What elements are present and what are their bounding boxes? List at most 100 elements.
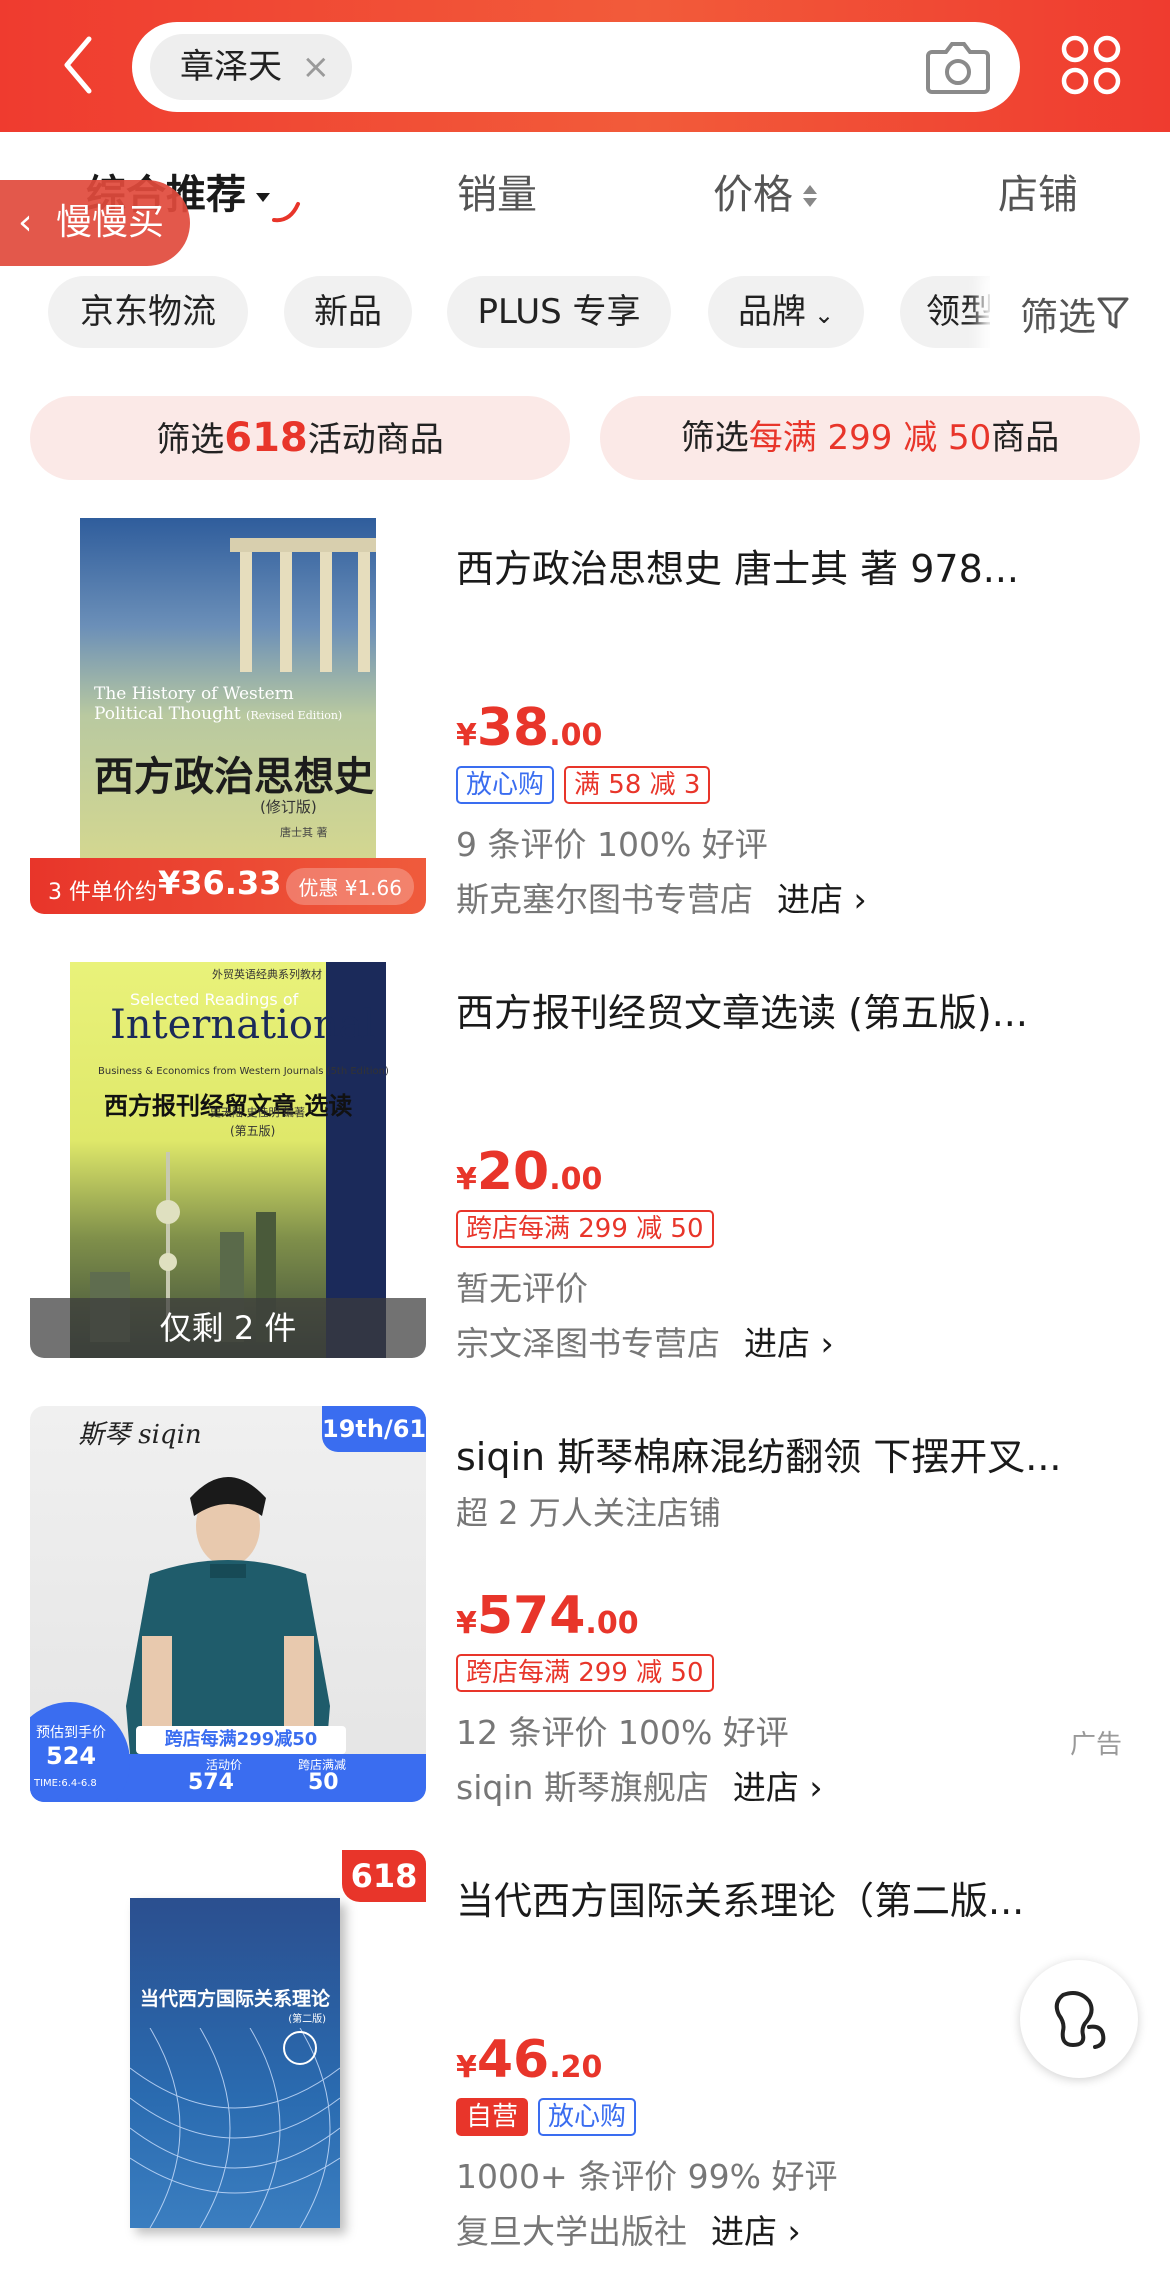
product-card[interactable]: The History of Western Political Thought… [0,518,1170,938]
tag-cross-store: 跨店每满 299 减 50 [456,1210,714,1248]
product-card[interactable]: 斯琴 siqin 19th/618 活动价 574 跨店满减 50 跨店每满29… [0,1406,1170,1826]
shop-name[interactable]: 斯克塞尔图书专营店 [456,880,753,919]
filter-label: 筛选 [1020,295,1097,339]
cover-edition: (第二版) [288,2014,326,2025]
camera-icon[interactable] [926,38,990,96]
chevron-left-icon: ‹ [18,202,33,243]
cross-price: 50 [308,1770,339,1795]
tag-row: 自营 放心购 [456,2098,646,2138]
product-image[interactable]: 618 当代西方国际关系理论 (第二版) [30,1850,426,2246]
tab-shop[interactable]: 店铺 [998,162,1078,220]
review-summary: 12 条评价 100% 好评 [456,1713,789,1752]
filter-chip-jd-logistics[interactable]: 京东物流 [48,276,248,348]
enter-shop-link[interactable]: 进店 › [733,1768,823,1807]
product-image[interactable]: 斯琴 siqin 19th/618 活动价 574 跨店满减 50 跨店每满29… [30,1406,426,1802]
back-button[interactable] [48,30,108,100]
tab-label: 销量 [457,172,537,218]
back-arrow-icon [64,36,92,94]
cover-edition: (第五版) [230,1124,276,1138]
price-integer: 574 [476,1586,586,1646]
browse-history-button[interactable] [1020,1960,1138,2078]
product-price: ¥38.00 [456,698,602,758]
cover-en-title-1: The History of Western [94,684,294,704]
price-decimal: .20 [549,2050,603,2085]
slow-buy-button[interactable]: ‹ 慢慢买 [0,180,190,266]
product-price: ¥574.00 [456,1586,639,1646]
bulk-price-overlay: 3 件单价约 ¥36.33 优惠 ¥1.66 [30,858,426,914]
tab-label: 店铺 [998,172,1078,218]
tab-sales[interactable]: 销量 [457,162,537,220]
filter-chip-plus[interactable]: PLUS 专享 [447,276,671,348]
product-price: ¥46.20 [456,2030,602,2090]
price-integer: 46 [476,2030,550,2090]
image-promo-text: 跨店每满299减50 [136,1726,346,1754]
filter-chip-new[interactable]: 新品 [284,276,412,348]
chevron-down-icon: ⌄ [813,301,835,329]
shop-name[interactable]: siqin 斯琴旗舰店 [456,1768,709,1807]
search-input[interactable]: 章泽天 × [132,22,1020,112]
tag-row: 跨店每满 299 减 50 [456,1654,724,1694]
promo-filter-618[interactable]: 筛选618活动商品 [30,396,570,480]
slow-buy-label: 慢慢买 [56,202,165,243]
product-price: ¥20.00 [456,1142,602,1202]
book-cover: 当代西方国际关系理论 (第二版) [130,1898,340,2228]
estimate-label: 预估到手价 [36,1725,106,1741]
price-symbol: ¥ [456,2050,477,2085]
filter-chip-brand[interactable]: 品牌 ⌄ [708,276,864,348]
price-symbol: ¥ [456,718,477,753]
tag-discount: 满 58 减 3 [564,766,711,804]
product-title[interactable]: 当代西方国际关系理论（第二版... [456,1870,1146,1925]
product-card[interactable]: 618 当代西方国际关系理论 (第二版) 当代西方国际关系理论（第二版... ¥… [0,1850,1170,2270]
promo-suffix: 商品 [991,418,1060,458]
cover-sub-en: Business & Economics from Western Journa… [98,1066,389,1077]
promo-badge: 618 [342,1850,426,1902]
tab-price[interactable]: 价格 [713,162,817,220]
product-title[interactable]: 西方政治思想史 唐士其 著 978... [456,538,1146,593]
grid-menu-icon[interactable] [1060,34,1122,96]
chip-label: 品牌 [737,292,806,332]
price-integer: 20 [476,1142,550,1202]
product-card[interactable]: 外贸英语经典系列教材 Selected Readings of Internat… [0,962,1170,1382]
product-title[interactable]: 西方报刊经贸文章选读 (第五版)... [456,982,1146,1037]
product-image[interactable]: 外贸英语经典系列教材 Selected Readings of Internat… [30,962,426,1358]
tag-assured: 放心购 [456,766,555,804]
shop-name[interactable]: 复旦大学出版社 [456,2212,687,2251]
tag-row: 放心购满 58 减 3 [456,766,720,806]
enter-shop-link[interactable]: 进店 › [711,2212,801,2251]
promo-highlight: 618 [224,415,308,461]
filter-funnel-icon [1097,297,1129,329]
ad-label: 广告 [1069,1730,1122,1760]
promo-filter-discount[interactable]: 筛选每满 299 减 50商品 [600,396,1140,480]
enter-shop-link[interactable]: 进店 › [744,1324,834,1363]
promo-suffix: 活动商品 [307,420,444,460]
sort-arrows-icon [803,183,817,211]
tag-self-operated: 自营 [456,2098,529,2136]
product-image[interactable]: The History of Western Political Thought… [30,518,426,914]
enter-shop-link[interactable]: 进店 › [777,880,867,919]
review-summary: 1000+ 条评价 99% 好评 [456,2157,838,2196]
promo-prefix: 筛选 [156,420,225,460]
globe-wireframe-illustration [130,2028,340,2228]
cover-edition: (修订版) [260,798,317,816]
estimate-time: TIME:6.4-6.8 [34,1778,97,1789]
tag-cross-store: 跨店每满 299 减 50 [456,1654,714,1692]
tag-row: 跨店每满 299 减 50 [456,1210,724,1250]
product-subtitle: 超 2 万人关注店铺 [456,1494,721,1532]
footprint-icon [1054,1991,1106,2049]
shop-row: 宗文泽图书专营店 进店 › [456,1317,834,1365]
filter-button[interactable]: 筛选 [990,270,1170,362]
product-title[interactable]: siqin 斯琴棉麻混纺翻领 下摆开叉... [456,1426,1146,1481]
search-keyword: 章泽天 [180,47,282,87]
search-keyword-chip[interactable]: 章泽天 × [150,34,352,100]
estimate-price: 524 [46,1742,97,1770]
cover-en-title-3: (Revised Edition) [246,709,343,722]
columns-illustration [230,538,376,672]
cover-main-word: International [110,1002,376,1048]
dropdown-caret-icon [256,192,270,202]
price-symbol: ¥ [456,1162,477,1197]
clear-keyword-icon[interactable]: × [302,34,331,100]
bulk-price-value: ¥36.33 [158,864,282,902]
cover-cn-title: 当代西方国际关系理论 [139,1988,330,2010]
shop-row: 斯克塞尔图书专营店 进店 › [456,873,867,921]
shop-name[interactable]: 宗文泽图书专营店 [456,1324,720,1363]
